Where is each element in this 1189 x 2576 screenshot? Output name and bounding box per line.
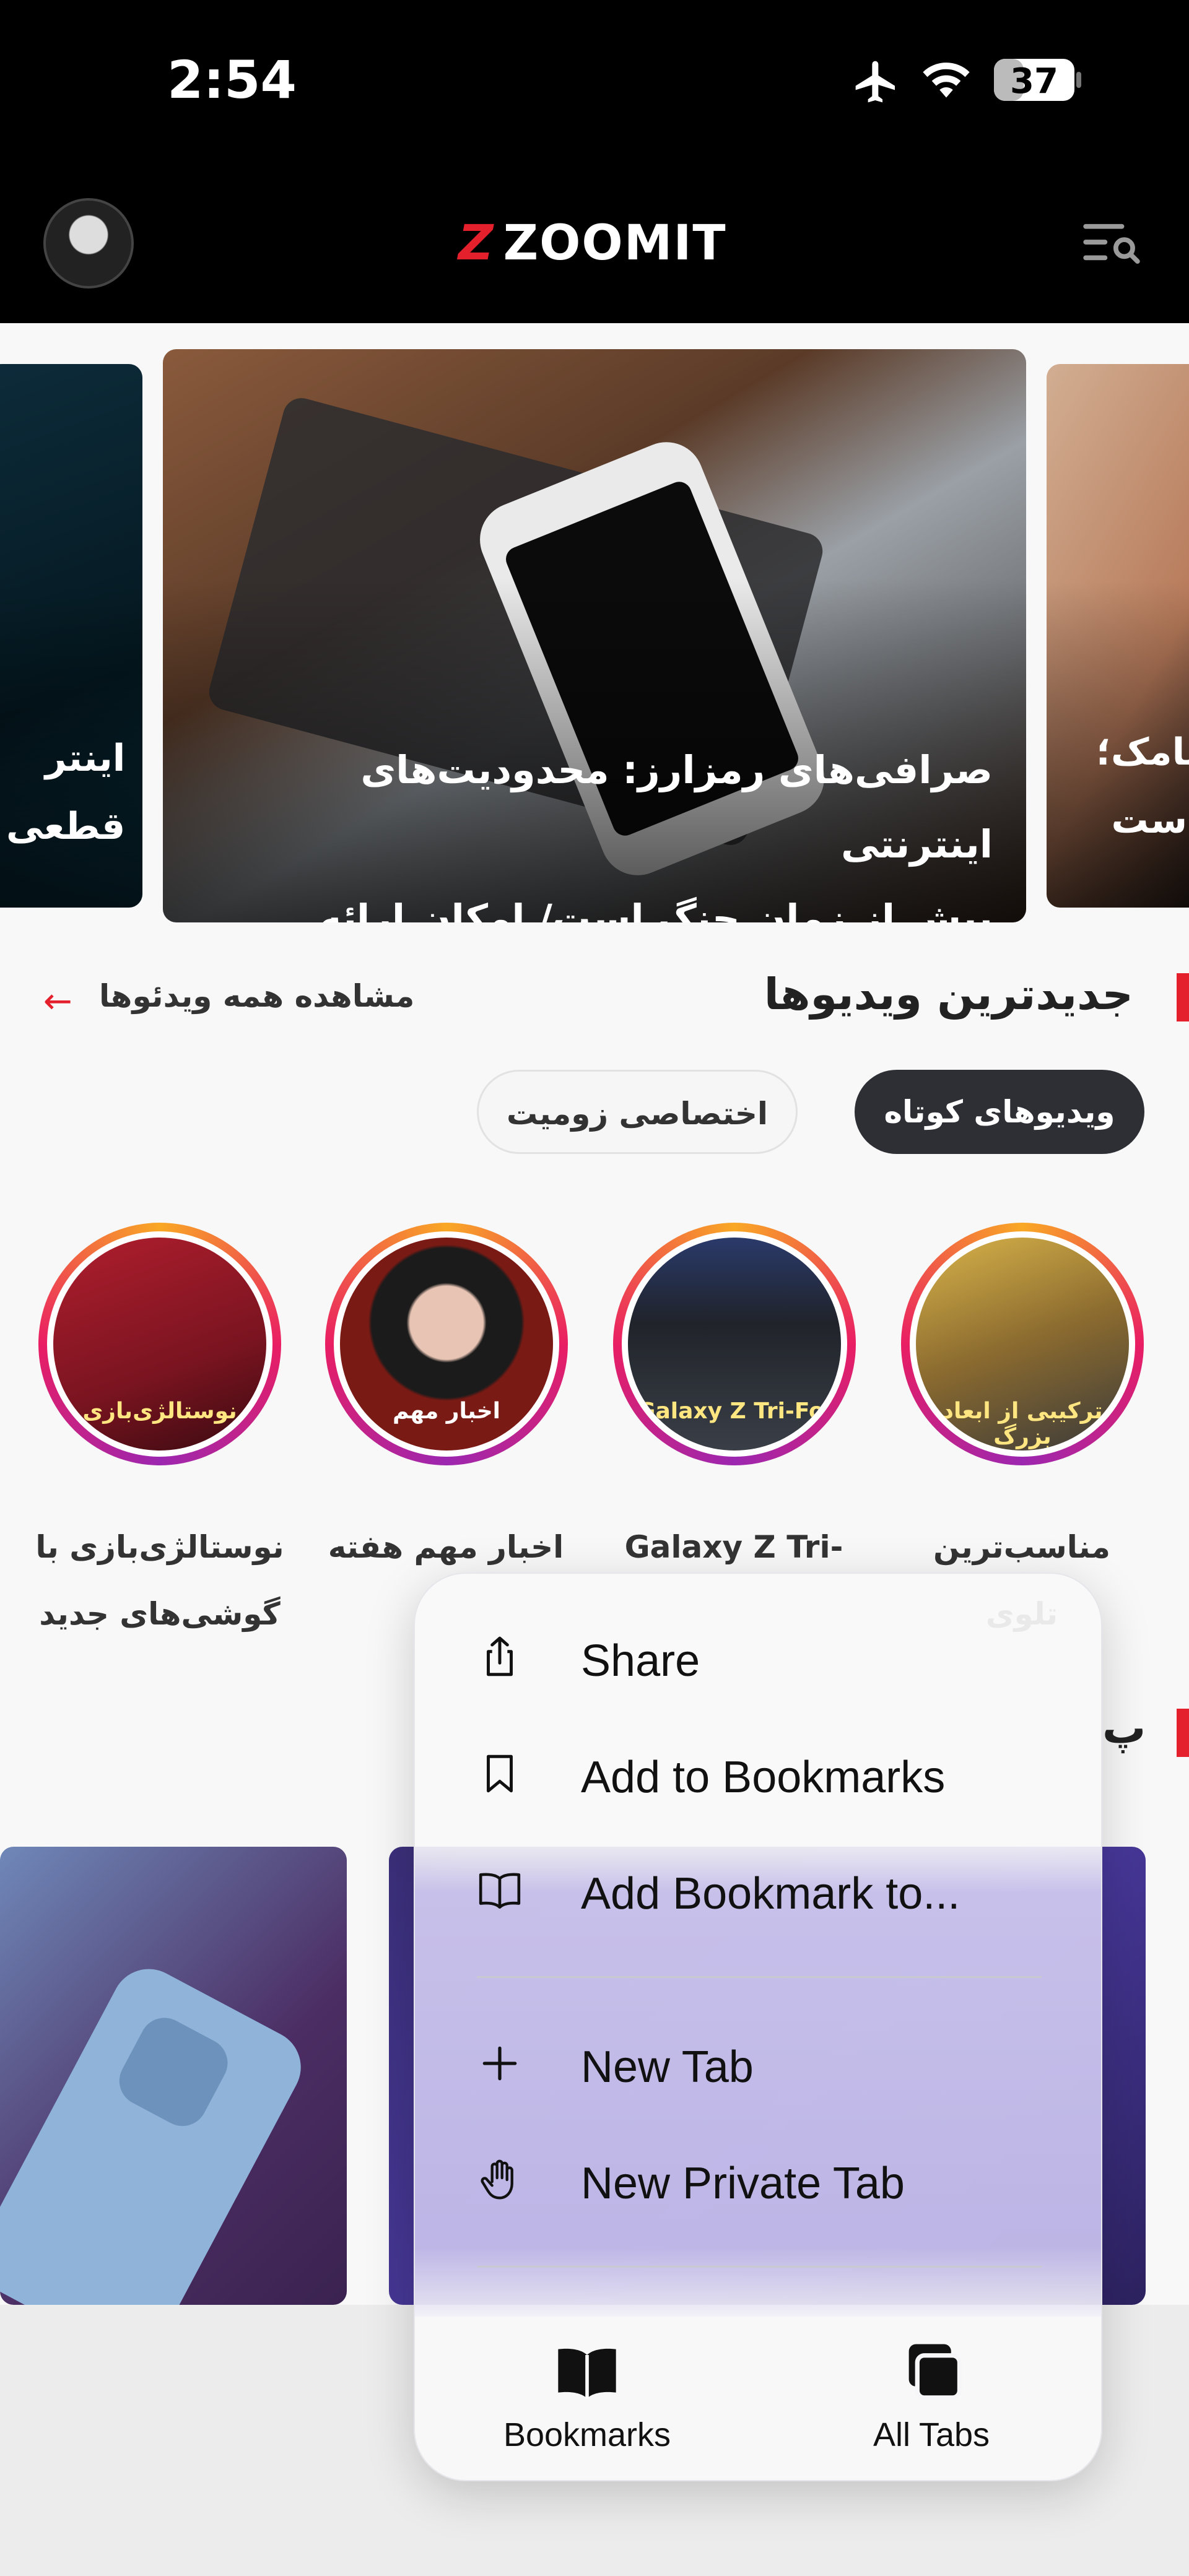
story-thumbnail: Galaxy Z Tri-Fol — [628, 1238, 841, 1451]
menu-item-new-tab[interactable]: New Tab — [415, 2017, 1101, 2110]
hero-main-title: صرافی‌های رمزارز: محدودیت‌های اینترنتی ب… — [200, 733, 993, 922]
story-label-line1: اخبار مهم هفته — [328, 1529, 564, 1565]
airplane-icon — [855, 61, 895, 103]
bookmark-icon — [487, 1754, 513, 1793]
videos-section-title: جدیدترین ویدیوها — [764, 969, 1133, 1020]
menu-bottom-label: All Tabs — [873, 2416, 990, 2453]
bookmarks-book-icon — [558, 2348, 616, 2398]
story-label-line1: نوستالژی‌بازی با — [35, 1529, 284, 1565]
video-story[interactable]: ترکیبی از ابعاد بزرگ — [901, 1223, 1144, 1465]
see-all-videos-link[interactable]: مشاهده همه ویدئوها — [99, 978, 414, 1014]
iphone-image — [0, 1956, 314, 2305]
menu-search-icon[interactable] — [1082, 222, 1142, 265]
video-story[interactable]: اخبار مهم — [325, 1223, 568, 1465]
hero-card-main[interactable]: صرافی‌های رمزارز: محدودیت‌های اینترنتی ب… — [163, 349, 1026, 922]
context-menu: Share Add to Bookmarks Add Bookmark to..… — [414, 1572, 1102, 2481]
article-card-left[interactable] — [0, 1847, 347, 2305]
hero-card-right-title: یامک؛ است — [1096, 718, 1189, 854]
status-bar: 2:54 37 — [0, 0, 1189, 167]
menu-item-add-to-bookmarks[interactable]: Add to Bookmarks — [415, 1727, 1101, 1820]
menu-item-share[interactable]: Share — [415, 1611, 1101, 1704]
menu-item-add-bookmark-to[interactable]: Add Bookmark to... — [415, 1844, 1101, 1936]
menu-all-tabs-button[interactable]: All Tabs — [759, 2298, 1101, 2480]
story-ring-inner: نوستالژی‌بازی — [47, 1231, 272, 1457]
hero-left-line2: قطعی — [6, 805, 126, 848]
hero-title-line2: بیش از زمان جنگ است/ امکان ارائه خدم... — [319, 896, 993, 922]
avatar[interactable] — [43, 198, 134, 288]
share-icon — [487, 1636, 513, 1676]
hero-card-left-title: اینتر قطعی — [6, 724, 125, 861]
story-cover-text: نوستالژی‌بازی — [82, 1399, 237, 1424]
story-ring-inner: Galaxy Z Tri-Fol — [622, 1231, 847, 1457]
story-label[interactable]: اخبار مهم هفته — [316, 1514, 576, 1581]
section2-title: پ — [1102, 1702, 1146, 1753]
hand-icon — [481, 2159, 513, 2200]
plus-icon — [482, 2046, 517, 2081]
wifi-icon — [923, 63, 970, 98]
menu-bookmarks-button[interactable]: Bookmarks — [415, 2298, 759, 2480]
menu-separator — [477, 2266, 1042, 2268]
story-label-line2: گوشی‌های جدید — [39, 1596, 281, 1632]
menu-bottom-label: Bookmarks — [503, 2416, 671, 2453]
story-ring-inner: ترکیبی از ابعاد بزرگ — [910, 1231, 1135, 1457]
story-label-line1: Galaxy Z Tri- — [624, 1529, 843, 1565]
menu-item-new-private-tab[interactable]: New Private Tab — [415, 2133, 1101, 2226]
menu-separator — [477, 1976, 1042, 1978]
battery-percent: 37 — [1010, 61, 1058, 102]
story-cover-text: اخبار مهم — [392, 1399, 501, 1424]
tab-exclusive[interactable]: اختصاصی زومیت — [477, 1070, 798, 1154]
story-thumbnail: نوستالژی‌بازی — [53, 1238, 266, 1451]
hero-right-line1: یامک؛ — [1096, 731, 1189, 774]
story-cover-text: ترکیبی از ابعاد بزرگ — [942, 1399, 1103, 1449]
story-ring-inner: اخبار مهم — [334, 1231, 559, 1457]
logo-mark: Z — [458, 215, 495, 271]
battery-cap — [1076, 72, 1081, 88]
video-story[interactable]: نوستالژی‌بازی — [38, 1223, 281, 1465]
zoomit-logo[interactable]: Z ZOOMIT — [458, 215, 727, 271]
video-story[interactable]: Galaxy Z Tri-Fol — [613, 1223, 856, 1465]
battery-icon: 37 — [994, 59, 1074, 102]
tabs-icon — [908, 2344, 962, 2400]
menu-item-label: Add to Bookmarks — [581, 1753, 946, 1802]
hero-right-line2: است — [1111, 799, 1189, 842]
tab-short-videos[interactable]: ویدیوهای کوتاه — [855, 1070, 1144, 1154]
story-cover-text: Galaxy Z Tri-Fol — [637, 1399, 832, 1424]
logo-text: ZOOMIT — [503, 215, 727, 271]
section-accent-bar — [1177, 1709, 1189, 1757]
menu-item-label: Share — [581, 1636, 700, 1686]
story-thumbnail: ترکیبی از ابعاد بزرگ — [916, 1238, 1129, 1451]
story-thumbnail: اخبار مهم — [340, 1238, 553, 1451]
menu-item-label: New Private Tab — [581, 2159, 905, 2208]
arrow-left-icon[interactable]: ← — [43, 981, 72, 1021]
status-time: 2:54 — [167, 50, 297, 110]
camera-module — [110, 2009, 237, 2135]
hero-left-line1: اینتر — [45, 737, 126, 780]
open-book-icon — [479, 1873, 521, 1909]
menu-item-label: Add Bookmark to... — [581, 1869, 960, 1919]
hero-title-line1: صرافی‌های رمزارز: محدودیت‌های اینترنتی — [360, 747, 993, 867]
story-label[interactable]: Galaxy Z Tri- — [604, 1514, 864, 1581]
menu-item-label: New Tab — [581, 2042, 754, 2092]
story-label[interactable]: نوستالژی‌بازی با گوشی‌های جدید — [30, 1514, 290, 1647]
story-label-line1: مناسب‌ترین — [933, 1529, 1110, 1565]
section-accent-bar — [1177, 973, 1189, 1021]
